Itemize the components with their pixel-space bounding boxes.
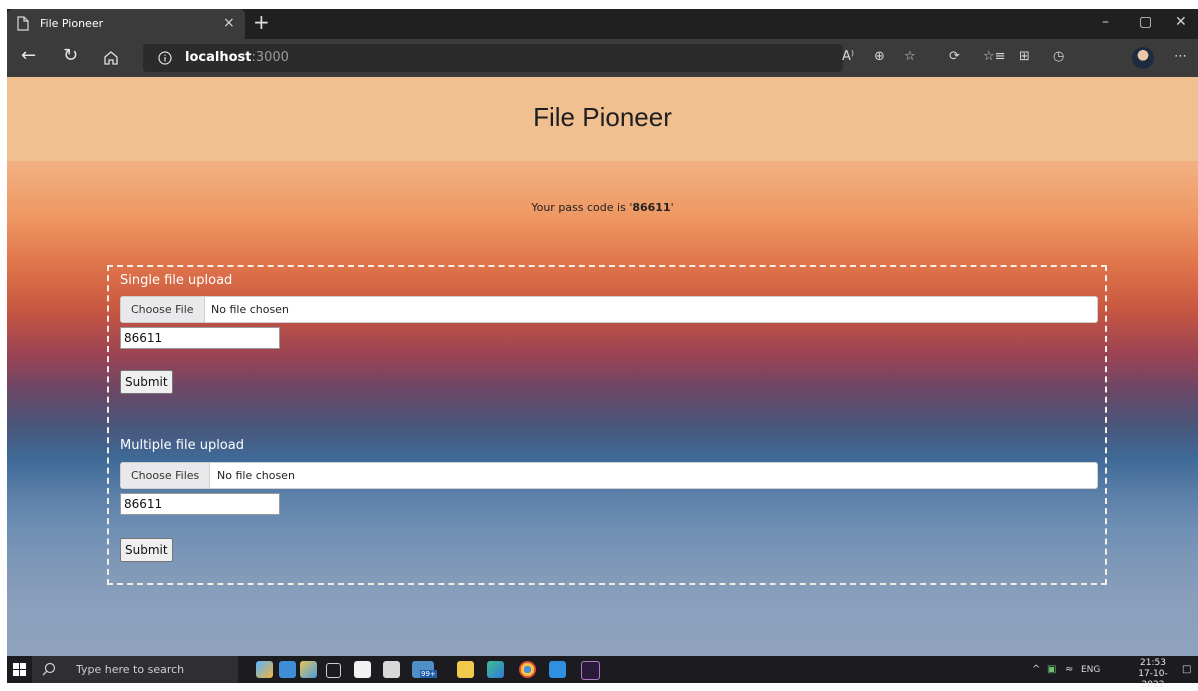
choose-files-button[interactable]: Choose Files [121,463,211,488]
multiple-upload-label: Multiple file upload [120,438,244,453]
favorites-list-icon[interactable]: ☆≡ [983,49,1006,65]
calculator-icon[interactable] [383,661,400,678]
passcode-prefix: Your pass code is ' [531,201,633,214]
minimize-button[interactable]: – [1102,15,1109,29]
passcode-suffix: ' [670,201,674,214]
browser-toolbar: ← ↻ localhost:3000 A⁾ ⊕ ☆ ⟳ ☆≡ ⊞ ◷ ⋯ [7,39,1198,77]
extensions-icon[interactable]: ⟳ [949,49,960,65]
profile-avatar[interactable] [1132,47,1154,69]
edge-icon[interactable] [487,661,504,678]
tab-title: File Pioneer [40,17,104,30]
multiple-file-input[interactable]: Choose Files No file chosen [120,462,1098,489]
info-icon[interactable] [158,51,172,65]
more-icon[interactable]: ⋯ [1174,49,1187,65]
favorite-star-icon[interactable]: ☆ [904,49,916,65]
back-icon[interactable]: ← [21,47,36,65]
maximize-button[interactable]: ▢ [1139,15,1152,29]
page-title: File Pioneer [533,102,672,132]
maps-icon[interactable] [279,661,296,678]
mail-icon[interactable]: 99+ [412,661,437,678]
url-port: :3000 [251,50,289,65]
terminal-icon[interactable] [581,661,600,680]
widget-icon[interactable] [256,661,273,678]
url-text: localhost:3000 [185,50,289,65]
browser-tab[interactable]: File Pioneer × [7,9,245,39]
single-upload-label: Single file upload [120,273,233,288]
multiple-file-status: No file chosen [217,469,295,482]
wifi-icon[interactable]: ≈ [1065,664,1073,676]
vscode-icon[interactable] [549,661,566,678]
clock-time: 21:53 [1140,658,1166,668]
multiple-passcode-input[interactable]: 86611 [120,493,280,515]
upload-form: Single file upload Choose File No file c… [107,265,1107,585]
history-icon[interactable]: ◷ [1053,49,1064,65]
app-icon[interactable] [300,661,317,678]
single-passcode-input[interactable]: 86611 [120,327,280,349]
page-viewport: File Pioneer Your pass code is '86611' S… [7,77,1198,656]
close-window-button[interactable]: ✕ [1175,15,1187,29]
address-bar[interactable]: localhost:3000 [143,44,843,72]
taskbar-search[interactable]: Type here to search [32,656,238,683]
file-explorer-icon[interactable] [457,661,474,678]
zoom-icon[interactable]: ⊕ [874,49,885,65]
single-submit-button[interactable]: Submit [120,370,173,394]
single-file-input[interactable]: Choose File No file chosen [120,296,1098,323]
passcode-message: Your pass code is '86611' [7,201,1198,214]
tab-bar: File Pioneer × + – ▢ ✕ [7,9,1198,39]
multiple-submit-button[interactable]: Submit [120,538,173,562]
notification-icon[interactable]: □ [1182,664,1191,676]
task-view-icon[interactable] [326,663,341,678]
page-header: File Pioneer [7,77,1198,161]
windows-taskbar: Type here to search 99+ ^ ▣ ≈ ENG 21:53 … [7,656,1198,690]
url-host: localhost [185,50,252,65]
tray-chevron-icon[interactable]: ^ [1032,664,1040,676]
mail-badge: 99+ [420,670,437,678]
search-placeholder: Type here to search [76,663,185,676]
windows-start-icon[interactable] [13,663,26,676]
clock[interactable]: 21:53 17-10-2022 [1133,658,1173,691]
page-icon [17,16,29,31]
language-indicator[interactable]: ENG [1081,664,1100,676]
passcode-value: 86611 [632,201,671,214]
home-icon[interactable] [103,50,119,65]
refresh-icon[interactable]: ↻ [63,47,78,65]
chrome-icon[interactable] [519,661,536,678]
clock-date: 17-10-2022 [1138,669,1168,690]
store-icon[interactable] [354,661,371,678]
single-file-status: No file chosen [211,303,289,316]
choose-file-button[interactable]: Choose File [121,297,205,322]
search-icon [42,662,56,676]
read-aloud-icon[interactable]: A⁾ [842,49,854,65]
tab-close-icon[interactable]: × [223,16,235,30]
collections-icon[interactable]: ⊞ [1019,49,1030,65]
new-tab-button[interactable]: + [253,12,270,32]
network-tray-icon[interactable]: ▣ [1047,664,1056,676]
